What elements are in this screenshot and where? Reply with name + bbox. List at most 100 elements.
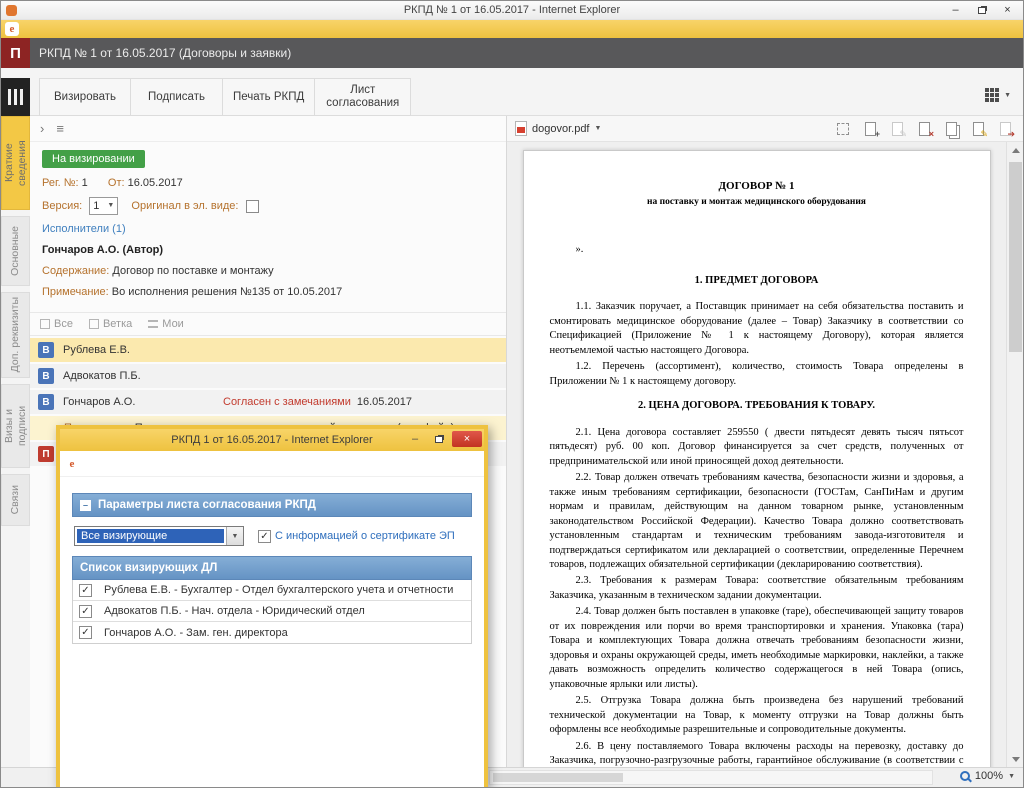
app-logo: П (1, 38, 30, 68)
pdf-toolbar: + ✎ × ✎ ➔ (833, 120, 1015, 138)
minimize-button[interactable]: – (943, 2, 968, 18)
dialog-titlebar: РКПД 1 от 16.05.2017 - Internet Explorer… (60, 429, 484, 451)
delete-page-icon[interactable]: × (914, 120, 934, 138)
scroll-down-icon[interactable] (1007, 751, 1024, 767)
visa-date: 16.05.2017 (357, 396, 412, 408)
dialog-section-title: Список визирующих ДЛ (80, 562, 217, 574)
note-value: Во исполнения решения №135 от 10.05.2017 (112, 286, 342, 298)
chevron-down-icon: ▼ (1008, 773, 1015, 780)
zoom-control[interactable]: 100% ▼ (960, 770, 1015, 782)
vertical-scrollbar[interactable] (1006, 142, 1023, 767)
check-icon: ✓ (81, 606, 89, 617)
filter-all[interactable]: Все (40, 318, 73, 330)
apps-grid-button[interactable]: ▼ (985, 88, 1011, 102)
zoom-magnifier-icon (960, 771, 970, 781)
status-badge: На визировании (42, 150, 145, 168)
tab-vizy-i-podpisi[interactable]: Визы и подписи (1, 384, 30, 468)
page-title: РКПД № 1 от 16.05.2017 (Договоры и заявк… (39, 38, 291, 68)
doc-paragraph: 2.2. Товар должен отвечать требованиям к… (550, 471, 964, 572)
doc-text: ». (550, 243, 964, 257)
horizontal-scrollbar[interactable] (489, 770, 933, 785)
edit-page-icon[interactable]: ✎ (887, 120, 907, 138)
doc-paragraph: 1.2. Перечень (ассортимент), количество,… (550, 360, 964, 389)
app-favicon-icon: e (5, 22, 19, 36)
app-header: П РКПД № 1 от 16.05.2017 (Договоры и зая… (1, 38, 1023, 68)
filter-all-icon (40, 319, 50, 329)
visa-scope-value: Все визирующие (77, 529, 224, 543)
dialog-close-button[interactable]: × (452, 431, 482, 447)
executors-link[interactable]: Исполнители (1) (42, 223, 126, 235)
export-page-icon[interactable]: ➔ (995, 120, 1015, 138)
minimize-icon: – (952, 4, 958, 16)
doc-paragraph: 2.5. Отгрузка Товара должна быть произве… (550, 694, 964, 737)
pdf-panel: dogovor.pdf ▼ + ✎ × ✎ ➔ ДОГОВОР № 1 на п… (507, 116, 1023, 767)
sign-page-icon[interactable]: ✎ (968, 120, 988, 138)
select-arrow-button[interactable]: ▼ (226, 527, 243, 545)
tab-kratkie-svedeniya[interactable]: Краткие сведения (1, 116, 30, 210)
date-value: 16.05.2017 (128, 177, 183, 189)
visa-badge: В (38, 342, 54, 358)
content-value: Договор по поставке и монтажу (112, 265, 273, 277)
version-select[interactable]: 1 ▼ (89, 197, 118, 215)
content-label: Содержание: (42, 265, 109, 277)
visa-row[interactable]: В Гончаров А.О. Согласен с замечаниями 1… (30, 390, 506, 414)
certificate-checkbox[interactable]: ✓ (258, 530, 271, 543)
scrollbar-thumb[interactable] (493, 773, 623, 782)
doc-paragraph: 2.3. Требования к размерам Товара: соотв… (550, 574, 964, 603)
visa-row[interactable]: В Рублева Е.В. (30, 338, 506, 362)
chevron-down-icon: ▼ (595, 125, 602, 132)
filter-my-icon (148, 320, 158, 328)
restore-button[interactable] (969, 2, 994, 18)
sign-badge: П (38, 446, 54, 462)
zoom-level: 100% (975, 770, 1003, 782)
visa-scope-select[interactable]: Все визирующие ▼ (74, 526, 244, 546)
print-rkpd-button[interactable]: Печать РКПД (223, 78, 315, 116)
approvers-list: ✓ Рублева Е.В. - Бухгалтер - Отдел бухга… (72, 580, 472, 644)
main-menu-button[interactable] (1, 78, 30, 116)
pdf-page: ДОГОВОР № 1 на поставку и монтаж медицин… (523, 150, 991, 767)
dialog-controls-row: Все визирующие ▼ ✓ С информацией о серти… (72, 517, 472, 556)
dialog-section-header: – Параметры листа согласования РКПД (72, 493, 472, 517)
dialog-restore-button[interactable] (428, 431, 450, 447)
visa-result: Согласен с замечаниями (223, 396, 351, 408)
visa-button[interactable]: Визировать (39, 78, 131, 116)
toolbar: Визировать Подписать Печать РКПД Лист со… (39, 78, 411, 116)
original-electronic-checkbox[interactable] (246, 200, 259, 213)
tab-svyazi[interactable]: Связи (1, 474, 30, 526)
approver-checkbox[interactable]: ✓ (79, 584, 92, 597)
doc-paragraph: 2.1. Цена договора составляет 259550 ( д… (550, 426, 964, 469)
approver-row[interactable]: ✓ Адвокатов П.Б. - Нач. отдела - Юридиче… (73, 601, 471, 622)
filter-branch[interactable]: Ветка (89, 318, 132, 330)
approver-row[interactable]: ✓ Гончаров А.О. - Зам. ген. директора (73, 622, 471, 643)
add-page-icon[interactable]: + (860, 120, 880, 138)
scrollbar-thumb[interactable] (1009, 162, 1022, 352)
filter-my[interactable]: Мои (148, 318, 184, 330)
approver-row[interactable]: ✓ Рублева Е.В. - Бухгалтер - Отдел бухга… (73, 580, 471, 601)
dialog-minimize-button[interactable]: – (404, 431, 426, 447)
minimize-icon: – (412, 433, 418, 445)
close-icon: × (464, 433, 470, 445)
approval-sheet-button[interactable]: Лист согласования (315, 78, 411, 116)
tab-dop-rekvizity[interactable]: Доп. реквизиты (1, 292, 30, 378)
tab-osnovnye[interactable]: Основные (1, 216, 30, 286)
copy-pages-icon[interactable] (941, 120, 961, 138)
scroll-up-icon[interactable] (1007, 142, 1024, 158)
close-button[interactable]: × (995, 2, 1020, 18)
date-label: От: (108, 177, 125, 189)
doc-section-heading: 2. ЦЕНА ДОГОВОРА. ТРЕБОВАНИЯ К ТОВАРУ. (550, 399, 964, 413)
sign-button[interactable]: Подписать (131, 78, 223, 116)
approver-checkbox[interactable]: ✓ (79, 605, 92, 618)
pdf-file-dropdown[interactable]: dogovor.pdf ▼ (515, 121, 601, 136)
panel-menu-icon[interactable]: ≡ (56, 121, 64, 136)
select-region-icon[interactable] (833, 120, 853, 138)
visa-row[interactable]: В Адвокатов П.Б. (30, 364, 506, 388)
app-favicon-icon: e (65, 457, 79, 471)
approver-checkbox[interactable]: ✓ (79, 626, 92, 639)
pdf-header: dogovor.pdf ▼ + ✎ × ✎ ➔ (507, 116, 1023, 142)
chevron-down-icon: ▼ (1004, 92, 1011, 99)
doc-paragraph: 2.4. Товар должен быть поставлен в упако… (550, 605, 964, 692)
doc-title: ДОГОВОР № 1 (550, 179, 964, 194)
expand-panel-icon[interactable]: › (40, 121, 44, 136)
browser-window: РКПД № 1 от 16.05.2017 - Internet Explor… (0, 0, 1024, 788)
collapse-icon[interactable]: – (80, 500, 91, 511)
